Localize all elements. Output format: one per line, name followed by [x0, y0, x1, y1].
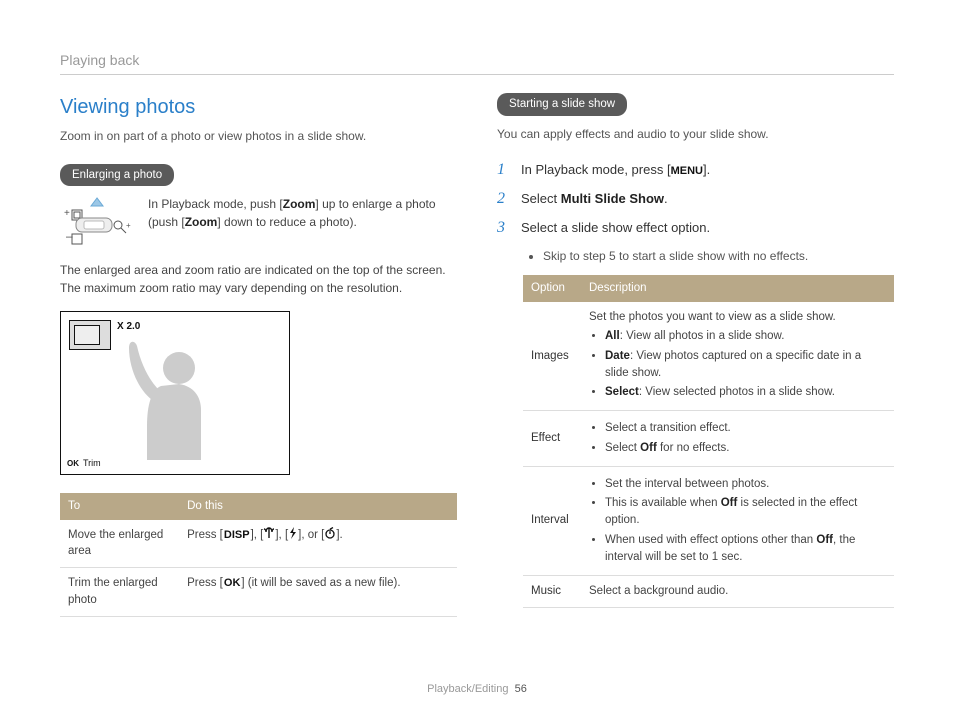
t: ] down to reduce a photo). [217, 215, 356, 229]
t: ], [ [251, 529, 264, 541]
t: : View photos captured on a specific dat… [605, 350, 861, 379]
zoom-instruction: In Playback mode, push [Zoom] up to enla… [148, 196, 457, 231]
left-column: Viewing photos Zoom in on part of a phot… [60, 93, 457, 616]
opt-desc: Set the interval between photos. This is… [581, 466, 894, 575]
preview-screenshot: X 2.0 OK Trim [60, 311, 290, 475]
th-desc: Description [581, 275, 894, 302]
k: Off [721, 497, 738, 509]
right-column: Starting a slide show You can apply effe… [497, 93, 894, 616]
t: ], [ [275, 529, 288, 541]
enlarge-note: The enlarged area and zoom ratio are ind… [60, 262, 457, 297]
slideshow-intro: You can apply effects and audio to your … [497, 126, 894, 143]
th-option: Option [523, 275, 581, 302]
step-1: 1 In Playback mode, press [MENU]. [497, 161, 894, 180]
t: Select a transition effect. [605, 420, 886, 437]
page-title: Viewing photos [60, 93, 457, 122]
opt-label: Images [523, 302, 581, 411]
table-row: Trim the enlarged photo Press [OK] (it w… [60, 568, 457, 616]
t: Press [ [187, 577, 223, 589]
t: Select [521, 191, 561, 206]
step-number: 1 [497, 161, 511, 180]
t: . [664, 191, 668, 206]
row-do: Press [OK] (it will be saved as a new fi… [179, 568, 457, 616]
t: ]. [703, 162, 710, 177]
page-number: 56 [515, 683, 527, 695]
step-3-note: Skip to step 5 to start a slide show wit… [543, 248, 894, 265]
note-text: Skip to step 5 to start a slide show wit… [543, 248, 894, 265]
t: Select [605, 442, 640, 454]
t: This is available when [605, 497, 721, 509]
th-do: Do this [179, 493, 457, 520]
t: : View all photos in a slide show. [620, 330, 785, 342]
opt-desc: Set the photos you want to view as a sli… [581, 302, 894, 411]
ok-icon: OK [67, 458, 79, 470]
row-to: Trim the enlarged photo [60, 568, 179, 616]
zoom-key: Zoom [185, 215, 218, 229]
row-to: Move the enlarged area [60, 520, 179, 568]
opt-label: Interval [523, 466, 581, 575]
actions-table: To Do this Move the enlarged area Press … [60, 493, 457, 616]
t: ], or [ [298, 529, 324, 541]
table-row: Effect Select a transition effect. Selec… [523, 411, 894, 467]
opt-desc: Select a transition effect. Select Off f… [581, 411, 894, 467]
trim-label: Trim [83, 457, 101, 470]
step-text: Select a slide show effect option. [521, 219, 710, 238]
step-2: 2 Select Multi Slide Show. [497, 190, 894, 209]
t: ] (it will be saved as a new file). [241, 577, 400, 589]
step-3: 3 Select a slide show effect option. [497, 219, 894, 238]
flash-icon [288, 527, 298, 545]
t: Set the interval between photos. [605, 476, 886, 493]
macro-icon [263, 527, 275, 545]
multi-slide-show: Multi Slide Show [561, 191, 664, 206]
table-row: Interval Set the interval between photos… [523, 466, 894, 575]
footer-section: Playback/Editing [427, 683, 508, 695]
preview-trim-bar: OK Trim [67, 457, 101, 470]
page-footer: Playback/Editing 56 [0, 682, 954, 698]
opt-label: Effect [523, 411, 581, 467]
th-to: To [60, 493, 179, 520]
row-do: Press [DISP], [], [], or []. [179, 520, 457, 568]
lead: Set the photos you want to view as a sli… [589, 309, 886, 326]
k: Off [640, 442, 657, 454]
opt-label: Music [523, 576, 581, 608]
k: Off [816, 534, 833, 546]
svg-text:+: + [126, 221, 131, 230]
subhead-enlarging: Enlarging a photo [60, 164, 174, 187]
t: In Playback mode, push [ [148, 197, 283, 211]
timer-icon [324, 527, 336, 545]
step-number: 2 [497, 190, 511, 209]
menu-key: MENU [671, 165, 703, 177]
table-row: Move the enlarged area Press [DISP], [],… [60, 520, 457, 568]
t: : View selected photos in a slide show. [639, 386, 835, 398]
running-header: Playing back [60, 50, 894, 70]
ok-key: OK [223, 576, 242, 592]
intro-text: Zoom in on part of a photo or view photo… [60, 128, 457, 145]
header-rule [60, 74, 894, 75]
svg-text:+: + [64, 208, 70, 219]
opt-desc: Select a background audio. [581, 576, 894, 608]
zoom-ratio-label: X 2.0 [117, 320, 140, 335]
table-row: Music Select a background audio. [523, 576, 894, 608]
zoom-key: Zoom [283, 197, 316, 211]
table-row: Images Set the photos you want to view a… [523, 302, 894, 411]
step-number: 3 [497, 219, 511, 238]
options-table: Option Description Images Set the photos… [523, 275, 894, 608]
silhouette-figure [101, 340, 231, 460]
disp-key: DISP [223, 528, 251, 544]
steps-list: 1 In Playback mode, press [MENU]. 2 Sele… [497, 161, 894, 238]
k: Select [605, 386, 639, 398]
t: When used with effect options other than [605, 534, 816, 546]
t: ]. [336, 529, 342, 541]
t: for no effects. [657, 442, 730, 454]
t: In Playback mode, press [ [521, 162, 671, 177]
k: All [605, 330, 620, 342]
k: Date [605, 350, 630, 362]
zoom-lever-diagram: + – + [60, 196, 134, 250]
subhead-slideshow: Starting a slide show [497, 93, 627, 116]
t: Press [ [187, 529, 223, 541]
